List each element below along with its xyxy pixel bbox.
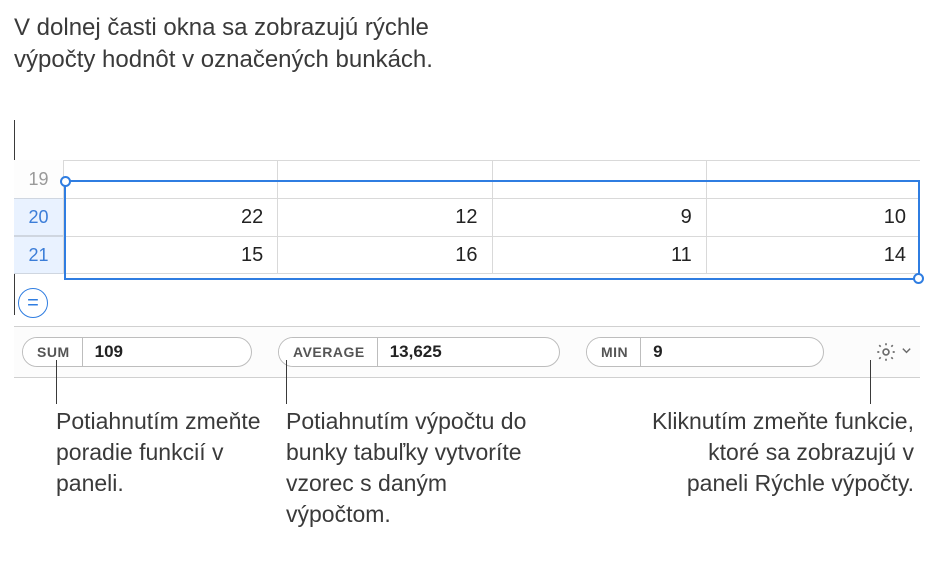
table-row: 20 22 12 9 10 [14,198,920,236]
cell[interactable]: 10 [707,199,920,236]
callout-drag-to-cell: Potiahnutím výpočtu do bunky tabuľky vyt… [286,406,546,530]
table-row: 21 15 16 11 14 [14,236,920,274]
row-header-20[interactable]: 20 [14,198,64,236]
callout-connector [286,360,287,404]
chevron-down-icon [901,345,912,359]
cell[interactable] [493,161,707,198]
quick-calculations-panel: SUM 109 AVERAGE 13,625 MIN 9 [14,326,920,378]
insert-formula-button[interactable]: = [18,288,48,318]
cell[interactable] [278,161,492,198]
row-header-21[interactable]: 21 [14,236,64,274]
cell[interactable] [707,161,920,198]
row-header-19[interactable]: 19 [14,160,64,198]
pill-label: MIN [587,338,641,366]
cell[interactable]: 9 [493,199,707,236]
cell[interactable]: 16 [278,237,492,273]
callout-change-functions: Kliknutím zmeňte funkcie, ktoré sa zobra… [644,406,914,499]
quick-calc-settings-button[interactable] [875,341,912,363]
pill-label: SUM [23,338,83,366]
pill-label: AVERAGE [279,338,378,366]
pill-value: 9 [641,338,678,366]
top-callout-text: V dolnej časti okna sa zobrazujú rýchle … [14,12,434,77]
spreadsheet-area: 19 20 22 12 9 10 21 15 16 11 14 [14,160,920,274]
selection-handle-bottom-right[interactable] [913,273,924,284]
pill-value: 13,625 [378,338,458,366]
callout-reorder-functions: Potiahnutím zmeňte poradie funkcií v pan… [56,406,276,499]
callout-connector [56,360,57,404]
cell[interactable]: 15 [64,237,278,273]
callout-connector [870,360,871,404]
bottom-callouts: Potiahnutím zmeňte poradie funkcií v pan… [0,378,934,558]
cell[interactable]: 12 [278,199,492,236]
cell[interactable]: 14 [707,237,920,273]
pill-value: 109 [83,338,139,366]
cell[interactable] [64,161,278,198]
cell[interactable]: 11 [493,237,707,273]
table-row: 19 [14,160,920,198]
gear-icon [875,341,897,363]
quick-calc-min[interactable]: MIN 9 [586,337,824,367]
cell[interactable]: 22 [64,199,278,236]
quick-calc-average[interactable]: AVERAGE 13,625 [278,337,560,367]
